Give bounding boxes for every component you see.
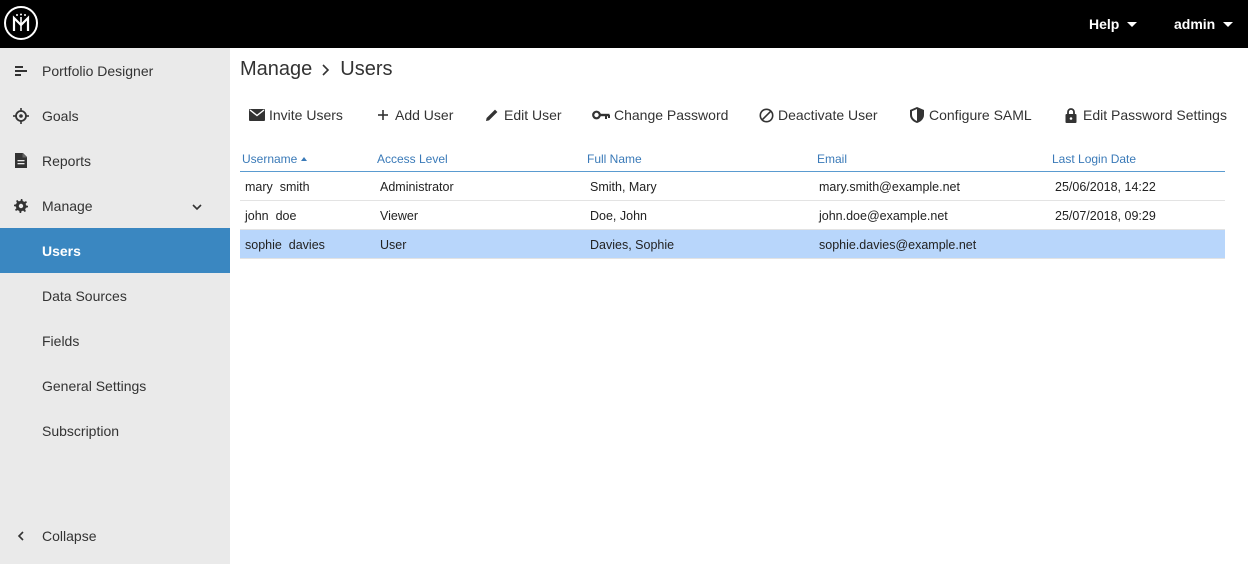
sidebar-item-manage[interactable]: Manage (0, 183, 230, 228)
cell-full-name: Davies, Sophie (590, 238, 675, 252)
cell-full-name: Doe, John (590, 209, 647, 223)
deactivate-user-label: Deactivate User (778, 107, 878, 123)
configure-saml-label: Configure SAML (929, 107, 1032, 123)
cell-email: sophie.davies@example.net (819, 238, 977, 252)
caret-down-icon (1127, 21, 1138, 27)
sidebar-item-data-sources[interactable]: Data Sources (0, 273, 230, 318)
cell-username: john doe (245, 209, 297, 223)
sidebar-item-label: Subscription (42, 422, 120, 439)
sidebar-item-label: General Settings (42, 377, 147, 394)
sidebar-item-portfolio-designer[interactable]: Portfolio Designer (0, 48, 230, 93)
table-row[interactable]: john doe Viewer Doe, John john.doe@examp… (240, 201, 1225, 230)
invite-users-button[interactable]: Invite Users (249, 102, 343, 128)
cell-email: john.doe@example.net (819, 209, 948, 223)
sidebar-item-label: Users (42, 242, 81, 259)
add-user-button[interactable]: Add User (375, 102, 453, 128)
cell-full-name: Smith, Mary (590, 180, 657, 194)
gear-icon (13, 198, 29, 214)
lock-icon (1063, 107, 1079, 123)
toolbar: Invite Users Add User Edit User Change P… (240, 102, 1240, 128)
sidebar-item-users[interactable]: Users (0, 228, 230, 273)
edit-password-settings-label: Edit Password Settings (1083, 107, 1227, 123)
shield-icon (909, 107, 925, 123)
column-header-last-login-date[interactable]: Last Login Date (1052, 152, 1136, 166)
chevron-right-icon (320, 63, 332, 77)
target-icon (13, 107, 29, 124)
sidebar-item-general-settings[interactable]: General Settings (0, 363, 230, 408)
cell-email: mary.smith@example.net (819, 180, 960, 194)
deactivate-user-button[interactable]: Deactivate User (758, 102, 878, 128)
document-icon (13, 153, 29, 169)
chevron-down-icon (191, 200, 203, 212)
plus-icon (375, 107, 391, 123)
user-label: admin (1174, 16, 1216, 32)
cell-username: mary smith (245, 180, 310, 194)
table-header: Username Access Level Full Name Email La… (240, 148, 1225, 172)
edit-user-button[interactable]: Edit User (484, 102, 562, 128)
sidebar-item-reports[interactable]: Reports (0, 138, 230, 183)
sidebar-item-label: Portfolio Designer (42, 62, 154, 79)
envelope-icon (249, 107, 265, 123)
key-icon (592, 107, 610, 123)
change-password-label: Change Password (614, 107, 729, 123)
user-menu[interactable]: admin (1174, 0, 1234, 48)
sidebar-item-label: Data Sources (42, 287, 127, 304)
cell-username: sophie davies (245, 238, 325, 252)
column-header-username[interactable]: Username (242, 152, 308, 166)
sidebar-item-label: Fields (42, 332, 80, 349)
cell-last-login-date: 25/06/2018, 14:22 (1055, 180, 1156, 194)
table-row[interactable]: mary smith Administrator Smith, Mary mar… (240, 172, 1225, 201)
invite-users-label: Invite Users (269, 107, 343, 123)
breadcrumb-parent[interactable]: Manage (240, 58, 312, 81)
sidebar-item-fields[interactable]: Fields (0, 318, 230, 363)
column-header-access-level[interactable]: Access Level (377, 152, 448, 166)
configure-saml-button[interactable]: Configure SAML (909, 102, 1032, 128)
column-header-email[interactable]: Email (817, 152, 847, 166)
breadcrumb: Manage Users (240, 58, 393, 81)
sidebar-item-subscription[interactable]: Subscription (0, 408, 230, 453)
table-row-selected[interactable]: sophie davies User Davies, Sophie sophie… (240, 230, 1225, 259)
cell-access-level: Viewer (380, 209, 418, 223)
sidebar-item-label: Goals (42, 107, 79, 124)
edit-password-settings-button[interactable]: Edit Password Settings (1063, 102, 1227, 128)
sidebar-item-label: Manage (42, 197, 93, 214)
change-password-button[interactable]: Change Password (592, 102, 728, 128)
chevron-left-icon (13, 528, 29, 544)
pencil-icon (484, 107, 500, 123)
sidebar-item-label: Reports (42, 152, 92, 169)
cell-last-login-date: 25/07/2018, 09:29 (1055, 209, 1156, 223)
help-label: Help (1089, 16, 1120, 32)
block-icon (758, 107, 774, 123)
logo-icon (12, 13, 30, 31)
cell-access-level: Administrator (380, 180, 454, 194)
column-header-full-name[interactable]: Full Name (587, 152, 642, 166)
help-menu[interactable]: Help (1089, 0, 1138, 48)
add-user-label: Add User (395, 107, 454, 123)
collapse-label: Collapse (42, 527, 97, 544)
app-logo[interactable] (4, 6, 38, 40)
portfolio-designer-icon (13, 63, 29, 79)
sidebar: Portfolio Designer Goals Reports Manage … (0, 48, 230, 564)
sort-ascending-icon (301, 157, 308, 161)
caret-down-icon (1223, 21, 1234, 27)
top-bar: Help admin (0, 0, 1248, 48)
cell-access-level: User (380, 238, 407, 252)
collapse-button[interactable]: Collapse (0, 513, 230, 558)
users-table: Username Access Level Full Name Email La… (240, 148, 1225, 259)
edit-user-label: Edit User (504, 107, 562, 123)
page-title: Users (340, 58, 393, 80)
sidebar-item-goals[interactable]: Goals (0, 93, 230, 138)
